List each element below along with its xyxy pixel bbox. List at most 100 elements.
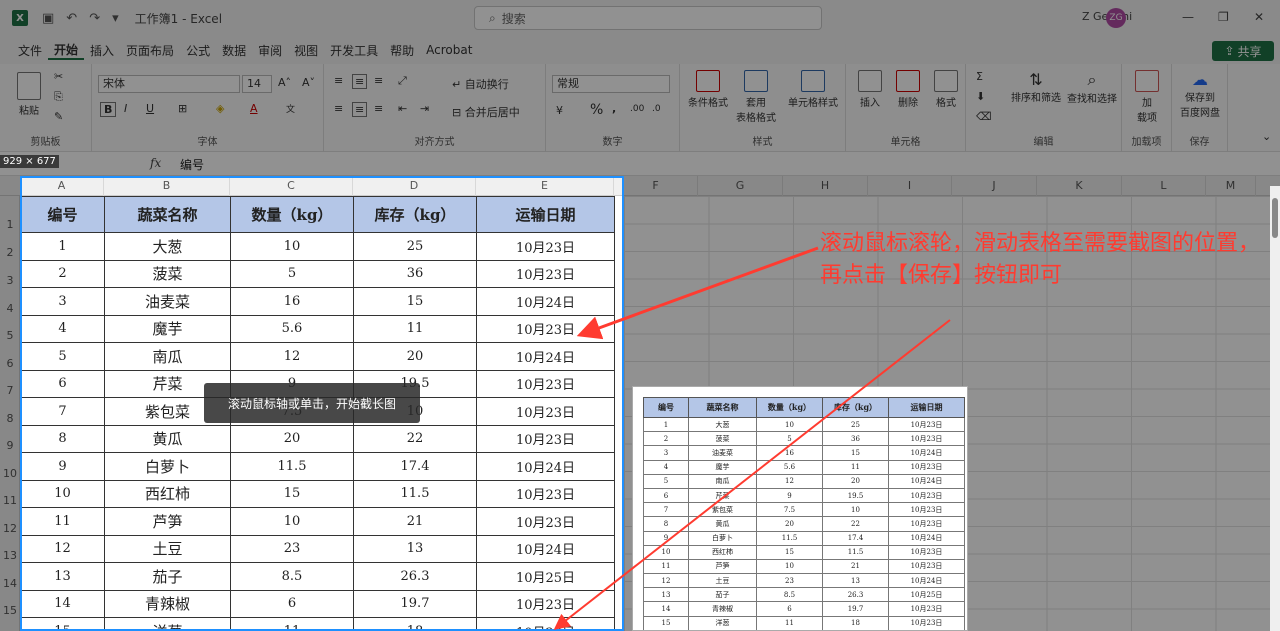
column-header[interactable]: A <box>20 176 104 196</box>
column-header[interactable]: K <box>1037 176 1122 196</box>
table-cell[interactable]: 5.6 <box>230 314 354 343</box>
table-cell[interactable]: 10月24日 <box>476 287 615 316</box>
currency-icon[interactable]: ¥ <box>556 104 563 117</box>
table-cell[interactable]: 10月23日 <box>476 397 615 426</box>
conditional-format-button[interactable]: 条件格式 <box>686 70 730 109</box>
table-cell[interactable]: 11 <box>230 617 354 631</box>
table-cell[interactable]: 12 <box>230 342 354 371</box>
table-cell[interactable]: 魔芋 <box>104 314 231 343</box>
table-cell[interactable]: 洋葱 <box>104 617 231 631</box>
wrap-text-button[interactable]: ↵ 自动换行 <box>452 76 509 92</box>
underline-button[interactable]: U <box>146 102 154 115</box>
table-cell[interactable]: 6 <box>230 589 354 618</box>
collapse-ribbon-icon[interactable]: ⌄ <box>1262 130 1271 143</box>
table-cell[interactable]: 黄瓜 <box>104 424 231 453</box>
table-cell[interactable]: 6 <box>20 369 105 398</box>
row-header[interactable]: 6 <box>0 357 20 370</box>
table-cell[interactable]: 5 <box>20 342 105 371</box>
align-center-icon[interactable]: ≡ <box>352 102 368 117</box>
copy-icon[interactable]: ⎘ <box>54 90 63 104</box>
number-format-select[interactable]: 常规 <box>552 75 670 93</box>
header-cell[interactable]: 运输日期 <box>476 196 615 233</box>
table-cell[interactable]: 10 <box>230 507 354 536</box>
table-cell[interactable]: 白萝卜 <box>104 452 231 481</box>
table-cell[interactable]: 10月23日 <box>476 232 615 261</box>
table-cell[interactable]: 10月23日 <box>476 589 615 618</box>
column-header[interactable]: E <box>476 176 614 196</box>
decrease-font-icon[interactable]: A˅ <box>302 76 315 89</box>
table-cell[interactable]: 3 <box>20 287 105 316</box>
font-color-icon[interactable]: A <box>250 102 258 115</box>
vertical-scrollbar[interactable] <box>1270 186 1280 631</box>
table-cell[interactable]: 土豆 <box>104 534 231 563</box>
column-header[interactable]: C <box>230 176 353 196</box>
decrease-decimal-icon[interactable]: .0 <box>652 104 661 114</box>
table-cell[interactable]: 青辣椒 <box>104 589 231 618</box>
cut-icon[interactable]: ✂ <box>54 70 63 83</box>
table-cell[interactable]: 10月23日 <box>476 479 615 508</box>
sort-filter-button[interactable]: ⇅ 排序和筛选 <box>1006 70 1066 104</box>
indent-increase-icon[interactable]: ⇥ <box>420 102 429 115</box>
table-cell[interactable]: 10月23日 <box>476 424 615 453</box>
table-cell[interactable]: 11.5 <box>230 452 354 481</box>
table-cell[interactable]: 25 <box>353 232 477 261</box>
table-cell[interactable]: 15 <box>353 287 477 316</box>
scrollbar-thumb[interactable] <box>1272 198 1278 238</box>
merge-center-button[interactable]: ⊟ 合并后居中 <box>452 104 520 120</box>
align-bottom-icon[interactable]: ≡ <box>374 74 383 87</box>
delete-cells-button[interactable]: 删除 <box>890 70 926 109</box>
redo-icon[interactable]: ↷ <box>89 11 100 26</box>
header-cell[interactable]: 蔬菜名称 <box>104 196 231 233</box>
paste-button[interactable]: 粘贴 <box>14 72 44 117</box>
table-cell[interactable]: 南瓜 <box>104 342 231 371</box>
table-cell[interactable]: 7 <box>20 397 105 426</box>
table-cell[interactable]: 14 <box>20 589 105 618</box>
undo-icon[interactable]: ↶ <box>66 11 77 26</box>
header-cell[interactable]: 编号 <box>20 196 105 233</box>
insert-cells-button[interactable]: 插入 <box>852 70 888 109</box>
column-header[interactable]: L <box>1122 176 1206 196</box>
row-header[interactable]: 13 <box>0 549 20 562</box>
table-cell[interactable]: 10月23日 <box>476 259 615 288</box>
table-cell[interactable]: 芦笋 <box>104 507 231 536</box>
share-button[interactable]: ⇪ 共享 <box>1212 41 1274 61</box>
row-header[interactable]: 1 <box>0 218 20 231</box>
tab-file[interactable]: 文件 <box>12 42 48 59</box>
tab-acrobat[interactable]: Acrobat <box>420 43 478 57</box>
table-cell[interactable]: 12 <box>20 534 105 563</box>
tab-page-layout[interactable]: 页面布局 <box>120 42 180 59</box>
close-button[interactable]: ✕ <box>1254 10 1264 24</box>
row-header[interactable]: 8 <box>0 412 20 425</box>
header-cell[interactable]: 数量（kg） <box>230 196 354 233</box>
table-cell[interactable]: 16 <box>230 287 354 316</box>
column-header[interactable]: G <box>698 176 783 196</box>
increase-font-icon[interactable]: A˄ <box>278 76 291 89</box>
orientation-icon[interactable]: ⤢ <box>398 74 407 88</box>
format-painter-icon[interactable]: ✎ <box>54 110 63 123</box>
column-header[interactable]: M <box>1206 176 1256 196</box>
table-cell[interactable]: 2 <box>20 259 105 288</box>
table-cell[interactable]: 10 <box>20 479 105 508</box>
table-cell[interactable]: 西红柿 <box>104 479 231 508</box>
row-header[interactable]: 15 <box>0 604 20 617</box>
tab-formulas[interactable]: 公式 <box>180 42 216 59</box>
table-cell[interactable]: 11.5 <box>353 479 477 508</box>
find-select-button[interactable]: ⌕ 查找和选择 <box>1064 70 1120 105</box>
table-cell[interactable]: 8.5 <box>230 562 354 591</box>
italic-button[interactable]: I <box>124 102 127 115</box>
fx-icon[interactable]: fx <box>150 156 161 170</box>
minimize-button[interactable]: — <box>1182 10 1194 24</box>
column-header[interactable]: B <box>104 176 230 196</box>
bold-button[interactable]: B <box>100 102 117 117</box>
table-cell[interactable]: 10月24日 <box>476 452 615 481</box>
save-icon[interactable]: ▣ <box>42 11 54 26</box>
table-cell[interactable]: 15 <box>230 479 354 508</box>
clear-icon[interactable]: ⌫ <box>976 110 992 123</box>
table-cell[interactable]: 10月23日 <box>476 369 615 398</box>
table-cell[interactable]: 19.7 <box>353 589 477 618</box>
table-cell[interactable]: 茄子 <box>104 562 231 591</box>
table-cell[interactable]: 10月24日 <box>476 534 615 563</box>
column-header[interactable]: D <box>353 176 476 196</box>
row-header[interactable]: 14 <box>0 577 20 590</box>
table-cell[interactable]: 1 <box>20 232 105 261</box>
